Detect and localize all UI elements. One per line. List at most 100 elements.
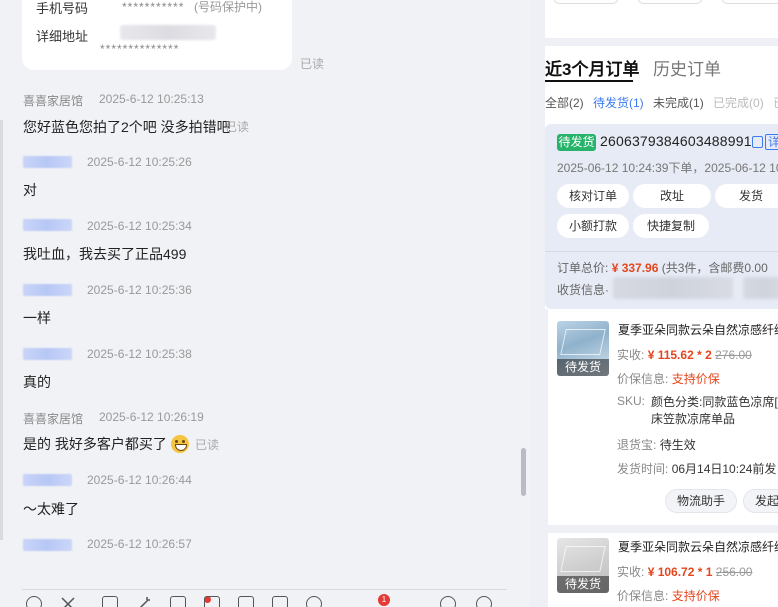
- product-thumbnail[interactable]: 待发货: [557, 321, 609, 376]
- order-time: 2025-06-12 10:24:39下单，2025-06-12 10:: [557, 161, 778, 175]
- price-protect-value: 支持价保: [671, 589, 720, 603]
- magic-wand-icon[interactable]: [136, 596, 152, 607]
- price-label: 实收:: [617, 348, 645, 362]
- chat-pane: 手机号码 *********** (号码保护中) 详细地址 **********…: [0, 0, 530, 607]
- scissors-icon[interactable]: [60, 596, 76, 607]
- message-time: 2025-6-12 10:25:36: [87, 283, 192, 297]
- gift-icon[interactable]: [204, 596, 220, 607]
- total-note: (共3件，含邮费0.00: [661, 261, 768, 275]
- copy-icon[interactable]: [752, 136, 763, 148]
- ship-time-value: 06月14日10:24前发: [671, 462, 777, 476]
- message-text: 我吐血，我去买了正品499: [23, 246, 187, 262]
- thumbnail-status: 待发货: [557, 576, 609, 593]
- change-address-button[interactable]: 改址: [633, 184, 711, 208]
- order-total: 订单总价: ¥ 337.96 (共3件，含邮费0.00: [557, 259, 768, 276]
- address-label: 详细地址: [36, 29, 89, 44]
- read-status: 已读: [300, 57, 325, 71]
- customer-name-redacted: [23, 284, 72, 296]
- read-status: 已读: [195, 438, 220, 452]
- initiate-button[interactable]: 发起: [743, 489, 778, 513]
- customer-name-redacted: [23, 348, 72, 360]
- order-divider: [545, 251, 778, 252]
- message-text: 对: [23, 182, 37, 198]
- message-text: 是的 我好多客户都买了: [23, 434, 189, 454]
- product-image: [560, 546, 606, 572]
- product-title[interactable]: 夏季亚朵同款云朵自然凉感纤维: [618, 321, 778, 338]
- sku-line-2: 床笠款凉席单品: [651, 412, 736, 426]
- section-gap: [545, 38, 778, 46]
- item-divider: [545, 525, 778, 533]
- filter-closed[interactable]: 已关: [773, 96, 778, 110]
- grinning-emoji-icon: [170, 435, 189, 453]
- toolbar-badge: 1: [378, 594, 390, 606]
- thumbnail-status: 待发货: [557, 359, 609, 376]
- item-price: ¥ 115.62 * 2: [647, 348, 712, 362]
- toolbar-divider: [22, 589, 507, 590]
- filter-finished[interactable]: 已完成(0): [713, 96, 764, 110]
- quick-copy-button[interactable]: 快捷复制: [633, 214, 709, 238]
- customer-name-redacted: [23, 219, 72, 231]
- message-text: 真的: [23, 374, 51, 390]
- top-pill[interactable]: [553, 0, 619, 4]
- message-text: 一样: [23, 310, 51, 326]
- small-payment-button[interactable]: 小额打款: [557, 214, 629, 238]
- filter-unfinished[interactable]: 未完成(1): [653, 96, 704, 110]
- order-detail-link[interactable]: 详: [765, 134, 778, 150]
- order-card: 待发货 2606379384603488991 详 2025-06-12 10:…: [545, 124, 778, 309]
- app-root: 手机号码 *********** (号码保护中) 详细地址 **********…: [0, 0, 778, 607]
- customer-name-redacted: [23, 474, 72, 486]
- folder-icon[interactable]: [102, 596, 118, 607]
- product-image: [560, 329, 606, 355]
- message-time: 2025-6-12 10:26:57: [87, 537, 192, 551]
- coupon-icon[interactable]: [272, 596, 288, 607]
- chat-toolbar: 1: [22, 594, 502, 607]
- address-masked: **************: [100, 42, 180, 56]
- top-pill[interactable]: [721, 0, 778, 4]
- filter-pending-ship[interactable]: 待发货(1): [593, 96, 644, 110]
- order-status-badge: 待发货: [557, 134, 596, 151]
- order-pane: 近3个月订单 历史订单 全部(2) 待发货(1) 未完成(1) 已完成(0) 已…: [545, 0, 778, 607]
- image-icon[interactable]: [170, 596, 186, 607]
- price-label: 实收:: [617, 565, 645, 579]
- help-icon[interactable]: [440, 596, 456, 607]
- message-time: 2025-6-12 10:26:44: [87, 473, 192, 487]
- emoji-icon[interactable]: [26, 596, 42, 607]
- sku-value: 颜色分类:同款蓝色凉席[ 床笠款凉席单品: [651, 394, 778, 428]
- customer-name-redacted: [23, 156, 72, 168]
- history-icon[interactable]: [306, 596, 322, 607]
- tab-recent-orders[interactable]: 近3个月订单: [545, 55, 639, 80]
- filter-all[interactable]: 全部(2): [545, 96, 584, 110]
- item-price: ¥ 106.72 * 1: [647, 565, 713, 579]
- tab-history-orders[interactable]: 历史订单: [653, 55, 721, 80]
- item-price-row: 实收: ¥ 115.62 * 2 276.00: [617, 346, 752, 363]
- receiver-label: 收货信息·: [557, 283, 609, 297]
- item-price-row: 实收: ¥ 106.72 * 1 256.00: [617, 563, 752, 580]
- more-icon[interactable]: [476, 596, 492, 607]
- message-text-content: 是的 我好多客户都买了: [23, 436, 167, 452]
- refund-value: 待生效: [659, 438, 696, 452]
- ship-time-row: 发货时间: 06月14日10:24前发: [617, 460, 776, 477]
- phone-note: (号码保护中): [194, 0, 262, 14]
- message-time: 2025-6-12 10:25:34: [87, 219, 192, 233]
- total-price: ¥ 337.96: [611, 261, 659, 275]
- message-text: ～太难了: [23, 501, 79, 517]
- chat-scrollbar[interactable]: [521, 448, 526, 496]
- logistics-helper-button[interactable]: 物流助手: [665, 489, 737, 513]
- refund-row: 退货宝: 待生效: [617, 436, 696, 453]
- verify-order-button[interactable]: 核对订单: [557, 184, 629, 208]
- ship-button[interactable]: 发货: [715, 184, 778, 208]
- message-sender: 喜喜家居馆: [23, 412, 84, 426]
- product-title[interactable]: 夏季亚朵同款云朵自然凉感纤维: [618, 538, 778, 555]
- phone-label: 手机号码: [36, 1, 89, 16]
- customer-name-redacted: [23, 539, 72, 551]
- top-pill[interactable]: [637, 0, 703, 4]
- calculator-icon[interactable]: [238, 596, 254, 607]
- sku-label: SKU:: [617, 394, 646, 408]
- total-label: 订单总价:: [557, 261, 609, 275]
- ship-time-label: 发货时间:: [617, 462, 669, 476]
- refund-label: 退货宝:: [617, 438, 657, 452]
- chat-message-list[interactable]: 手机号码 *********** (号码保护中) 详细地址 **********…: [0, 0, 520, 590]
- product-thumbnail[interactable]: 待发货: [557, 538, 609, 593]
- active-tab-indicator: [545, 80, 633, 82]
- price-protect-row: 价保信息: 支持价保: [617, 370, 720, 387]
